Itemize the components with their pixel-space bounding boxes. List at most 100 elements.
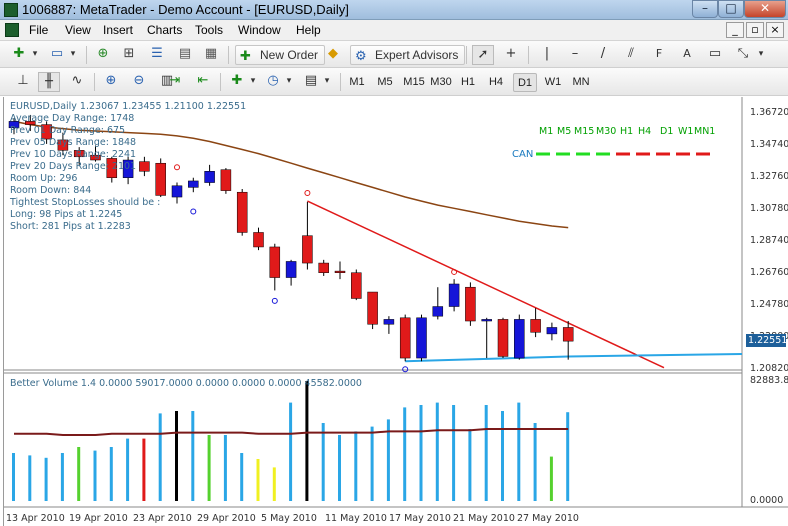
- toolbar-separator: [220, 73, 221, 91]
- text-icon[interactable]: A: [676, 45, 698, 65]
- timeframe-h1[interactable]: H1: [457, 73, 479, 92]
- auto-scroll-icon[interactable]: ⇤: [192, 72, 214, 92]
- toolbar-separator: [86, 46, 87, 64]
- price-tick: 1.28740: [750, 235, 788, 246]
- volume-min-tick: 0.0000: [750, 495, 784, 506]
- candle-body: [302, 235, 313, 264]
- navigator-icon[interactable]: ☰: [146, 45, 168, 65]
- menu-insert[interactable]: Insert: [103, 23, 133, 37]
- toolbar-separator: [228, 46, 229, 64]
- volume-bar: [533, 423, 537, 501]
- timeframe-w1[interactable]: W1: [542, 73, 564, 92]
- menu-tools[interactable]: Tools: [195, 23, 223, 37]
- timeframe-m1[interactable]: M1: [346, 73, 368, 92]
- candle-body: [334, 270, 346, 273]
- mdi-minimize-button[interactable]: _: [726, 22, 744, 38]
- menu-charts[interactable]: Charts: [147, 23, 182, 37]
- volume-bar: [566, 412, 570, 501]
- zoom-out-icon[interactable]: ⊖: [128, 72, 150, 92]
- candle-body: [416, 317, 427, 359]
- candle-body: [497, 319, 509, 357]
- horizontal-line-icon[interactable]: –: [564, 45, 586, 65]
- volume-bar: [321, 423, 325, 501]
- mdi-close-button[interactable]: ×: [766, 22, 784, 38]
- menu-file[interactable]: File: [29, 23, 48, 37]
- candle-body: [204, 171, 215, 183]
- maximize-button[interactable]: □: [718, 0, 744, 18]
- expert-advisors-label: Expert Advisors: [375, 48, 459, 62]
- data-window-icon[interactable]: ⊞: [118, 45, 140, 65]
- candle-body: [383, 319, 395, 325]
- minimize-button[interactable]: –: [692, 0, 718, 18]
- menu-window[interactable]: Window: [238, 23, 281, 37]
- metaeditor-icon[interactable]: ◆: [322, 45, 344, 65]
- bar-chart-icon[interactable]: ⊥: [12, 72, 34, 92]
- volume-bar: [12, 453, 15, 501]
- strategy-tester-icon[interactable]: ▦: [200, 45, 222, 65]
- timeframe-h4[interactable]: H4: [485, 73, 507, 92]
- toolbar-separator: [94, 73, 95, 91]
- volume-bar: [549, 456, 553, 501]
- volume-bar: [44, 457, 48, 501]
- info-short-stoploss: Short: 281 Pips at 1.2283: [10, 221, 131, 232]
- info-prev-10-days-range: Prev 10 Days Range: 2241: [10, 149, 137, 160]
- candle-body: [285, 261, 297, 278]
- volume-bar: [468, 429, 472, 501]
- date-tick: 29 Apr 2010: [197, 513, 256, 524]
- zoom-in-icon[interactable]: ⊕: [100, 72, 122, 92]
- menu-view[interactable]: View: [65, 23, 91, 37]
- vertical-line-icon[interactable]: |: [536, 45, 558, 65]
- text-label-icon[interactable]: ▭: [704, 45, 726, 65]
- chart-window[interactable]: EURUSD,Daily 1.23067 1.23455 1.21100 1.2…: [3, 97, 788, 526]
- indicators-dropdown-icon[interactable]: ▾: [242, 72, 264, 92]
- new-order-icon: ✚: [240, 49, 251, 64]
- mdi-restore-button[interactable]: ▫: [746, 22, 764, 38]
- volume-bar: [354, 431, 358, 501]
- candle-body: [448, 283, 460, 307]
- volume-bar: [338, 435, 341, 501]
- fibonacci-icon[interactable]: F: [648, 45, 670, 65]
- trendline-icon[interactable]: /: [592, 45, 614, 65]
- templates-dropdown-icon[interactable]: ▾: [316, 72, 338, 92]
- volume-bar: [142, 438, 146, 501]
- candle-body: [481, 319, 492, 322]
- info-prev-01-day-range: Prev 01 Day Range: 675: [10, 125, 126, 136]
- candlestick-icon[interactable]: ╫: [38, 72, 60, 92]
- expert-advisors-button[interactable]: ⚙ Expert Advisors: [350, 45, 466, 65]
- menu-help[interactable]: Help: [296, 23, 321, 37]
- close-button[interactable]: ✕: [744, 0, 786, 18]
- timeframe-m5[interactable]: M5: [374, 73, 396, 92]
- new-chart-dropdown-icon[interactable]: ▾: [24, 45, 46, 65]
- tf-legend-m30: M30: [596, 126, 617, 137]
- candle-body: [530, 319, 541, 333]
- volume-bar: [272, 467, 276, 501]
- toolbar-separator: [466, 46, 467, 64]
- price-tick: 1.24780: [750, 299, 788, 310]
- fractal-marker: [174, 164, 180, 171]
- timeframe-m30[interactable]: M30: [428, 73, 454, 92]
- equidistant-channel-icon[interactable]: ⫽: [620, 45, 642, 65]
- cursor-icon[interactable]: ➚: [472, 45, 494, 65]
- new-order-button[interactable]: ✚ New Order: [235, 45, 326, 65]
- timeframe-mn[interactable]: MN: [569, 73, 593, 92]
- market-watch-icon[interactable]: ⊕: [92, 45, 114, 65]
- crosshair-icon[interactable]: +: [500, 45, 522, 65]
- periods-dropdown-icon[interactable]: ▾: [278, 72, 300, 92]
- chart-window-icon[interactable]: [5, 23, 19, 37]
- tf-legend-d1: D1: [660, 126, 674, 137]
- line-chart-icon[interactable]: ∿: [66, 72, 88, 92]
- candle-body: [562, 327, 574, 342]
- tf-legend-h4: H4: [638, 126, 652, 137]
- timeframe-m15[interactable]: M15: [401, 73, 427, 92]
- volume-bar: [289, 402, 293, 501]
- profiles-dropdown-icon[interactable]: ▾: [62, 45, 84, 65]
- timeframe-d1[interactable]: D1: [513, 73, 537, 92]
- terminal-icon[interactable]: ▤: [174, 45, 196, 65]
- volume-bar: [77, 447, 81, 501]
- price-tick: 1.32760: [750, 171, 788, 182]
- arrows-dropdown-icon[interactable]: ▾: [750, 45, 772, 65]
- standard-toolbar: ✚ ▾ ▭ ▾ ⊕ ⊞ ☰ ▤ ▦ ✚ New Order ◆ ⚙ Expert…: [0, 41, 788, 68]
- volume-bar: [484, 405, 488, 501]
- volume-bar: [93, 450, 97, 501]
- chart-shift-icon[interactable]: ⇥: [164, 72, 186, 92]
